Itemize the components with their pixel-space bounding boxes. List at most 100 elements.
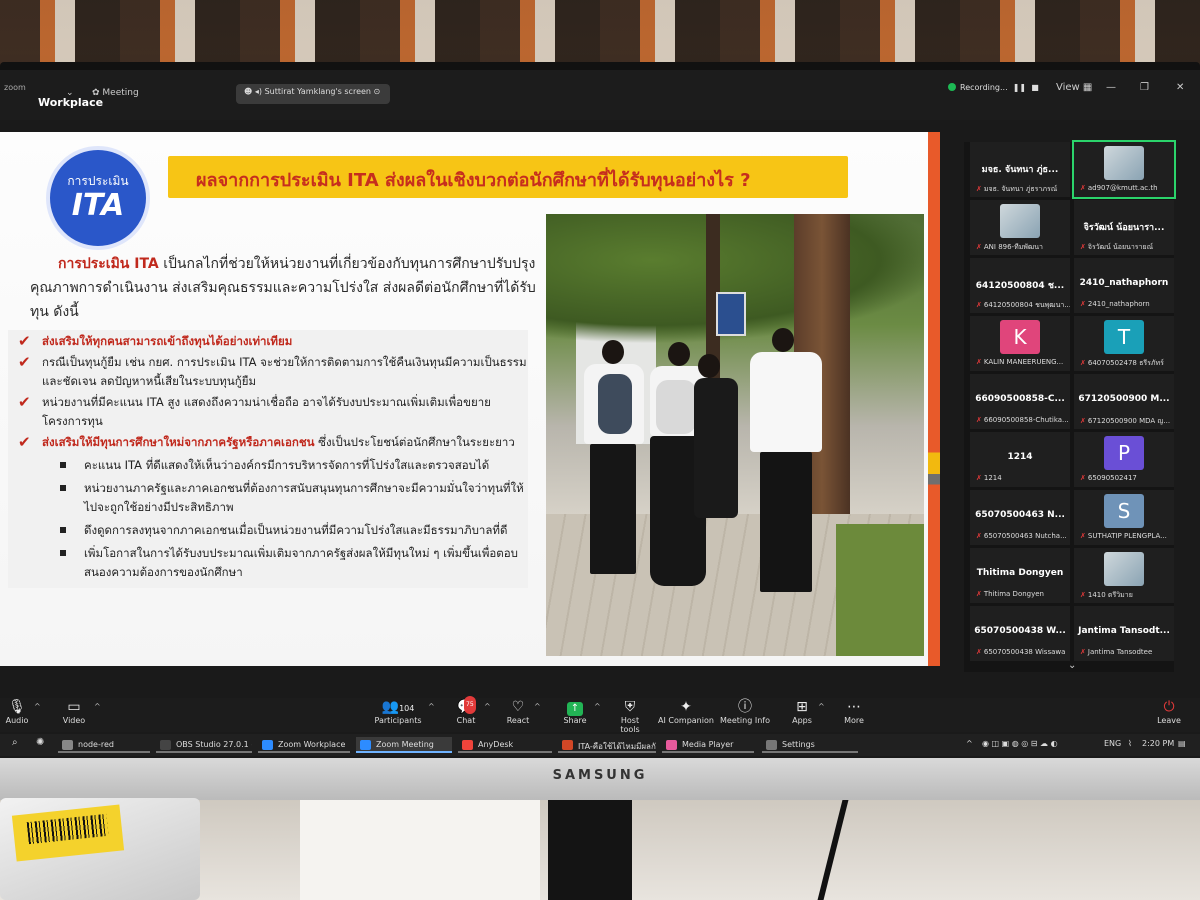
chevron-up-icon[interactable]: ^ <box>534 702 541 711</box>
mic-muted-icon: ✗ <box>1080 417 1086 425</box>
participants-button[interactable]: 👥104 Participants <box>372 698 424 725</box>
app-icon <box>462 740 473 750</box>
taskbar-item[interactable]: Zoom Meeting <box>356 737 452 753</box>
language-indicator[interactable]: ENG <box>1104 739 1121 748</box>
taskbar-item-label: Zoom Meeting <box>376 740 434 749</box>
search-icon[interactable]: ⌕ <box>12 737 18 748</box>
check-icon: ✔ <box>18 332 31 350</box>
mic-muted-icon: ✗ <box>976 185 982 193</box>
chat-button[interactable]: 💬75Chat <box>452 696 480 725</box>
participant-label: ✗ KALIN MANEERUENG... <box>976 358 1064 366</box>
participants-icon: 👥 <box>381 699 400 715</box>
audio-button[interactable]: 🎙 Audio <box>2 698 32 725</box>
participant-label: ✗ 64120500804 ชนพุฒนา... <box>976 301 1070 309</box>
leave-button[interactable]: ⏻ Leave <box>1154 698 1184 725</box>
participant-tile[interactable]: 65070500438 W... ✗ 65070500438 Wissawa <box>970 606 1070 661</box>
apps-button[interactable]: ⊞ Apps <box>788 698 816 725</box>
participant-label: ✗ Jantima Tansodtee <box>1080 648 1153 656</box>
taskbar-item[interactable]: AnyDesk <box>458 737 552 753</box>
taskbar-item[interactable]: Settings <box>762 737 858 753</box>
notification-icon[interactable]: ▤ <box>1178 739 1186 748</box>
participant-tile[interactable]: P ✗ 65090502417 <box>1074 432 1174 487</box>
host-tools-button[interactable]: ⛨ Host tools <box>610 698 650 734</box>
chevron-up-icon[interactable]: ^ <box>594 702 601 711</box>
chevron-up-icon[interactable]: ^ <box>94 702 101 711</box>
chevron-up-icon[interactable]: ^ <box>34 702 41 711</box>
app-icon <box>562 740 573 750</box>
screen-share-pill[interactable]: ☻ ◂) Suttirat Yamklang's screen ⊙ <box>236 84 391 104</box>
clock[interactable]: 2:20 PM <box>1142 739 1174 748</box>
mic-muted-icon: ✗ <box>1080 184 1086 192</box>
taskbar-item[interactable]: Zoom Workplace <box>258 737 350 753</box>
chevron-up-icon[interactable]: ^ <box>966 739 973 748</box>
participant-tile[interactable]: จิรวัฒน์ น้อยนารา... ✗ จิรวัฒน์ น้อยนารายณ… <box>1074 200 1174 255</box>
view-button[interactable]: View ▦ <box>1056 82 1092 93</box>
taskbar-item[interactable]: ITA-คือใช้ได้ไหมมีผลกับทุนหม... <box>558 737 656 753</box>
participant-tile[interactable]: K ✗ KALIN MANEERUENG... <box>970 316 1070 371</box>
ita-logo: การประเมิน ITA <box>46 146 150 250</box>
participant-tile[interactable]: T ✗ 64070502478 ธรีรภัทร์ <box>1074 316 1174 371</box>
mic-muted-icon: ✗ <box>976 474 982 482</box>
bullet-item: ✔ ส่งเสริมให้ทุกคนสามารถเข้าถึงทุนได้อย่า… <box>8 332 528 351</box>
chevron-up-icon[interactable]: ^ <box>428 702 435 711</box>
minimize-icon[interactable]: — <box>1106 82 1116 93</box>
share-button[interactable]: ↑ Share <box>560 698 590 725</box>
chevron-up-icon[interactable]: ^ <box>484 702 491 711</box>
participant-tile[interactable]: S ✗ SUTHATIP PLENGPLA... <box>1074 490 1174 545</box>
taskbar-item[interactable]: OBS Studio 27.0.1 (64... <box>156 737 252 753</box>
bullet-item: ✔ หน่วยงานที่มีคะแนน ITA สูง แสดงถึงความน… <box>8 393 528 431</box>
meeting-menu[interactable]: ✿ Meeting <box>92 88 139 98</box>
meeting-info-button[interactable]: ⓘ Meeting Info <box>720 698 770 725</box>
taskbar-item-label: OBS Studio 27.0.1 (64... <box>176 740 252 749</box>
participant-name: 1214 <box>1007 452 1033 462</box>
shield-icon <box>948 83 956 91</box>
more-icon: ⊙ <box>373 87 381 96</box>
participant-tile[interactable]: Thitima Dongyen ✗ Thitima Dongyen <box>970 548 1070 603</box>
participant-gallery[interactable]: มจธ. จันทนา ภู่ธ... ✗ มจธ. จันทนา ภู่ธราภร… <box>964 140 1176 672</box>
participant-label: ✗ ANI 896-ทีมพัฒนา <box>976 243 1043 251</box>
pause-icon[interactable]: ❚❚ <box>1010 83 1026 92</box>
taskbar-item[interactable]: Media Player <box>662 737 754 753</box>
chevron-up-icon[interactable]: ^ <box>818 702 825 711</box>
bullet-item: ✔ ส่งเสริมให้มีทุนการศึกษาใหม่จากภาครัฐหร… <box>8 433 528 452</box>
react-button[interactable]: ♡ React <box>504 698 532 725</box>
participant-tile[interactable]: 64120500804 ช... ✗ 64120500804 ชนพุฒนา... <box>970 258 1070 313</box>
more-button[interactable]: ⋯ More <box>840 698 868 725</box>
participant-tile[interactable]: ✗ ANI 896-ทีมพัฒนา <box>970 200 1070 255</box>
app-icon <box>160 740 171 750</box>
ai-companion-button[interactable]: ✦ AI Companion <box>658 698 714 725</box>
chevron-down-icon[interactable]: ⌄ <box>1068 660 1076 671</box>
maximize-icon[interactable]: ❐ <box>1140 82 1149 93</box>
view-label: View <box>1056 82 1080 93</box>
participant-tile[interactable]: ✗ 1410 ตรีวิมาย <box>1074 548 1174 603</box>
participant-tile[interactable]: 65070500463 N... ✗ 65070500463 Nutcha... <box>970 490 1070 545</box>
participant-tile[interactable]: 1214 ✗ 1214 <box>970 432 1070 487</box>
participant-tile[interactable]: ✗ ad907@kmutt.ac.th <box>1072 140 1176 199</box>
recording-indicator[interactable]: Recording... ❚❚ ■ <box>948 83 1039 92</box>
video-button[interactable]: ▭ Video <box>58 698 90 725</box>
leave-label: Leave <box>1157 716 1181 725</box>
participant-tile[interactable]: มจธ. จันทนา ภู่ธ... ✗ มจธ. จันทนา ภู่ธราภร… <box>970 142 1070 197</box>
ai-companion-label: AI Companion <box>658 716 714 725</box>
student-backpack <box>598 374 632 434</box>
grid-icon: ▦ <box>1082 82 1093 93</box>
taskbar-item[interactable]: node-red <box>58 737 150 753</box>
stop-icon[interactable]: ■ <box>1029 83 1039 92</box>
sub-bullet-item: ดึงดูดการลงทุนจากภาคเอกชนเมื่อเป็นหน่วยง… <box>8 521 528 540</box>
tray-icons[interactable]: ◉ ◫ ▣ ◍ ◎ ⊟ ☁ ◐ <box>982 739 1058 748</box>
chevron-down-icon[interactable]: ⌄ <box>66 88 74 98</box>
participant-tile[interactable]: 66090500858-C... ✗ 66090500858-Chutika... <box>970 374 1070 429</box>
zoom-logo-text: Workplace <box>38 96 104 109</box>
participant-avatar: K <box>1000 320 1040 354</box>
monitor-stand <box>548 800 632 900</box>
participant-tile[interactable]: 67120500900 M... ✗ 67120500900 MDA ญ... <box>1074 374 1174 429</box>
participant-tile[interactable]: 2410_nathaphorn ✗ 2410_nathaphorn <box>1074 258 1174 313</box>
network-icon[interactable]: ⌇ <box>1128 739 1132 748</box>
square-bullet-icon <box>60 550 66 556</box>
app-icon <box>360 740 371 750</box>
copilot-icon[interactable]: ✺ <box>36 737 44 748</box>
intro-lead: การประเมิน ITA <box>58 256 159 272</box>
close-icon[interactable]: ✕ <box>1176 82 1184 93</box>
mic-muted-icon: ✗ <box>1080 474 1086 482</box>
participant-tile[interactable]: Jantima Tansodt... ✗ Jantima Tansodtee <box>1074 606 1174 661</box>
